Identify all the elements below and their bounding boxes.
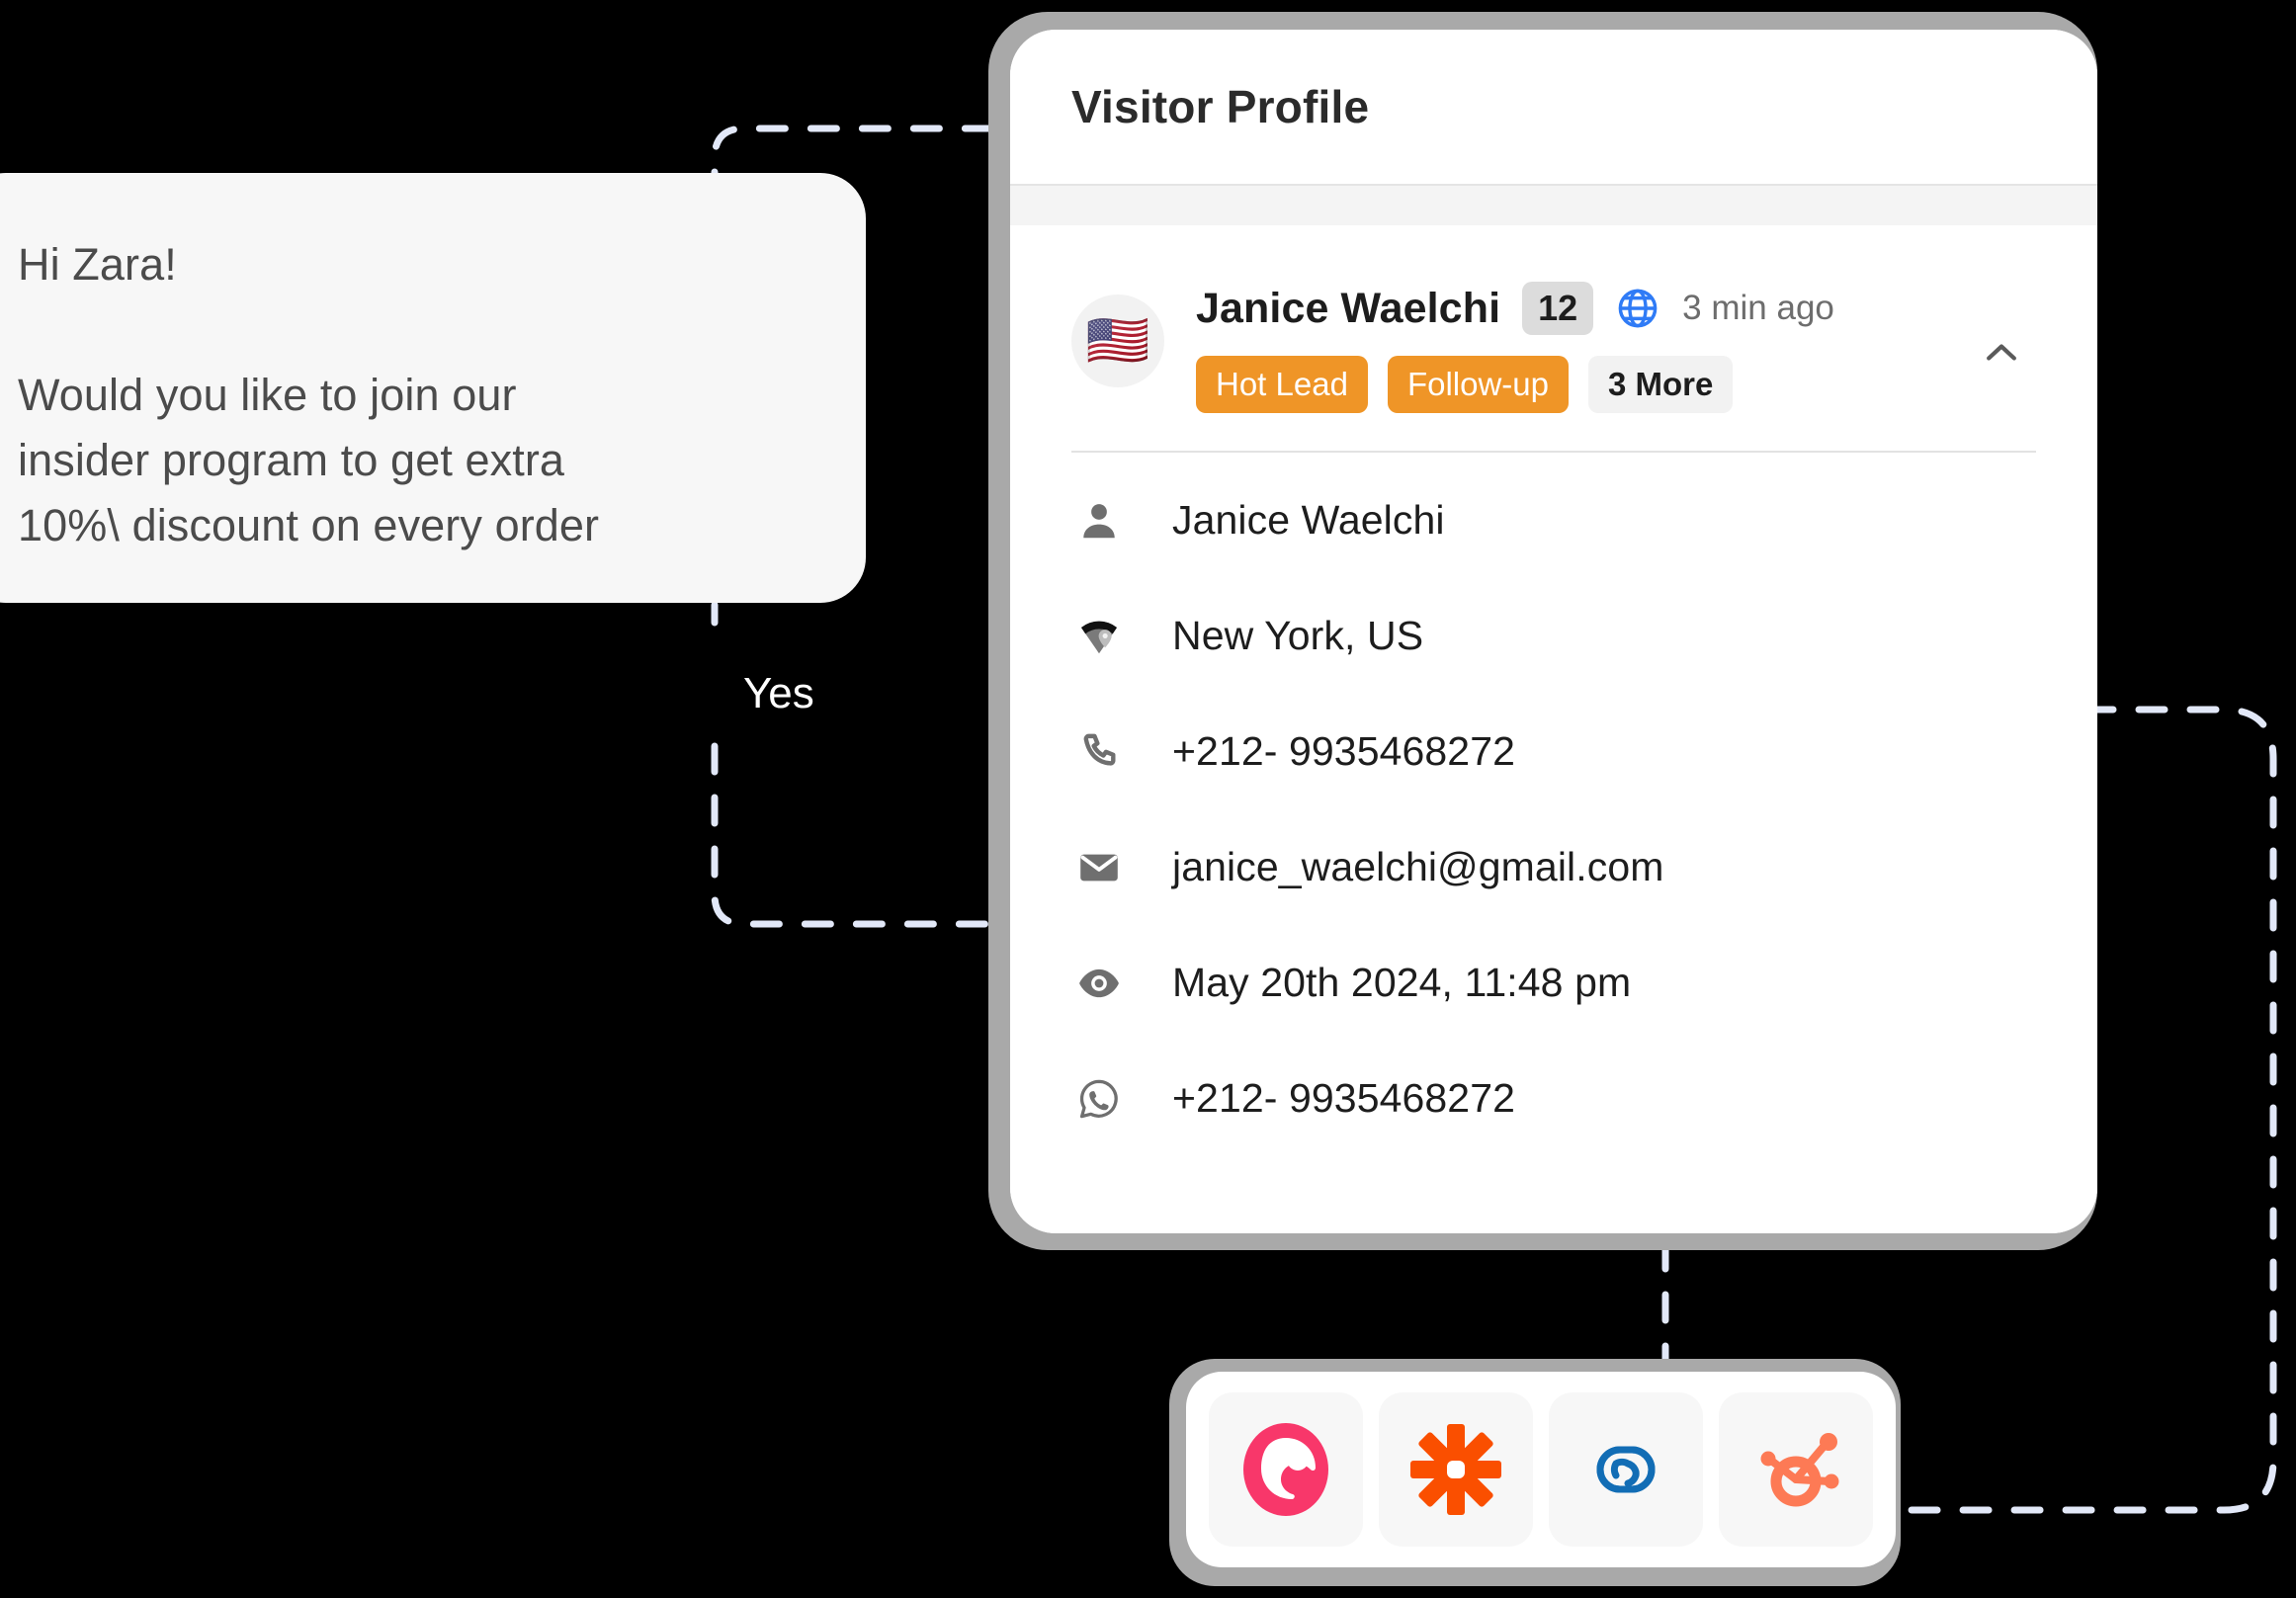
detail-value-last-visit: May 20th 2024, 11:48 pm bbox=[1172, 960, 1632, 1005]
tag-more-button[interactable]: 3 More bbox=[1588, 356, 1734, 413]
chat-greeting: Hi Zara! bbox=[18, 239, 177, 290]
copper-icon bbox=[1243, 1423, 1328, 1516]
zoho-icon bbox=[1596, 1446, 1656, 1493]
eye-icon bbox=[1071, 961, 1127, 1006]
connector-yes-to-profile bbox=[711, 742, 1002, 928]
page-title: Visitor Profile bbox=[1071, 81, 1370, 132]
detail-row-email: janice_waelchi@gmail.com bbox=[1071, 809, 2036, 925]
chat-spacer bbox=[18, 297, 808, 363]
visitor-name: Janice Waelchi bbox=[1196, 284, 1501, 332]
integration-hubspot[interactable] bbox=[1719, 1392, 1873, 1547]
chat-message-bubble: Hi Zara! Would you like to join our insi… bbox=[0, 173, 866, 603]
integration-copper[interactable] bbox=[1209, 1392, 1363, 1547]
detail-row-whatsapp: +212- 9935468272 bbox=[1071, 1041, 2036, 1156]
detail-row-last-visit: May 20th 2024, 11:48 pm bbox=[1071, 925, 2036, 1041]
location-icon bbox=[1071, 614, 1127, 659]
detail-row-location: New York, US bbox=[1071, 578, 2036, 694]
detail-value-email: janice_waelchi@gmail.com bbox=[1172, 844, 1664, 889]
person-icon bbox=[1071, 498, 1127, 544]
phone-icon bbox=[1071, 730, 1127, 774]
profile-card-body: 🇺🇸 Janice Waelchi 12 3 min ago Hot Lead … bbox=[1010, 225, 2097, 1233]
detail-value-phone: +212- 9935468272 bbox=[1172, 728, 1516, 774]
visitor-identity-row: Janice Waelchi 12 3 min ago bbox=[1196, 279, 1967, 338]
detail-value-location: New York, US bbox=[1172, 613, 1424, 658]
chat-message: Would you like to join our insider progr… bbox=[18, 370, 600, 550]
header-strip bbox=[1010, 186, 2097, 225]
visitor-profile-card: Visitor Profile 🇺🇸 Janice Waelchi 12 3 m… bbox=[1010, 30, 2097, 1233]
visitor-details-list: Janice Waelchi New York, US +212- 993546… bbox=[1071, 463, 2036, 1156]
visitor-summary-main: Janice Waelchi 12 3 min ago Hot Lead Fol… bbox=[1196, 279, 1967, 413]
zapier-icon bbox=[1410, 1424, 1501, 1515]
detail-value-name: Janice Waelchi bbox=[1172, 497, 1445, 543]
detail-value-whatsapp: +212- 9935468272 bbox=[1172, 1075, 1516, 1121]
visitor-summary-row: 🇺🇸 Janice Waelchi 12 3 min ago Hot Lead … bbox=[1071, 279, 2036, 413]
visitor-tags-row: Hot Lead Follow-up 3 More bbox=[1196, 356, 1967, 413]
detail-row-phone: +212- 9935468272 bbox=[1071, 694, 2036, 809]
last-seen-text: 3 min ago bbox=[1682, 289, 1834, 327]
profile-card-header: Visitor Profile bbox=[1010, 30, 2097, 186]
globe-icon bbox=[1615, 286, 1660, 331]
hubspot-icon bbox=[1760, 1433, 1839, 1507]
branch-label-yes: Yes bbox=[743, 669, 814, 717]
integration-zapier[interactable] bbox=[1379, 1392, 1533, 1547]
collapse-toggle-button[interactable] bbox=[1967, 318, 2036, 387]
canvas: Hi Zara! Would you like to join our insi… bbox=[0, 0, 2296, 1598]
us-flag-icon: 🇺🇸 bbox=[1085, 312, 1150, 370]
detail-row-name: Janice Waelchi bbox=[1071, 463, 2036, 578]
integration-zoho[interactable] bbox=[1549, 1392, 1703, 1547]
email-icon bbox=[1071, 845, 1127, 890]
visit-count-badge: 12 bbox=[1522, 282, 1594, 335]
tag-hot-lead[interactable]: Hot Lead bbox=[1196, 356, 1368, 413]
integrations-bar bbox=[1186, 1372, 1896, 1567]
chevron-up-icon bbox=[1987, 344, 2016, 361]
avatar: 🇺🇸 bbox=[1071, 294, 1164, 387]
whatsapp-icon bbox=[1071, 1076, 1127, 1122]
section-divider bbox=[1071, 451, 2036, 453]
tag-follow-up[interactable]: Follow-up bbox=[1387, 356, 1569, 413]
